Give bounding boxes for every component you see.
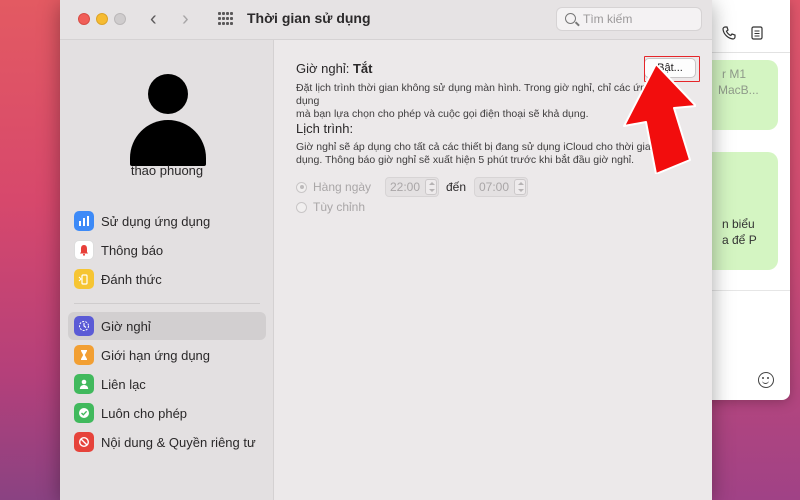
window-title: Thời gian sử dụng xyxy=(247,10,371,26)
sidebar-item-app-usage[interactable]: Sử dụng ứng dụng xyxy=(68,207,266,235)
search-icon xyxy=(565,13,576,24)
search-input[interactable] xyxy=(583,11,693,27)
sidebar: thao phuong Sử dụng ứng dụng Thông báo Đ… xyxy=(60,40,274,500)
sidebar-item-label: Nội dung & Quyền riêng tư xyxy=(101,434,256,450)
sidebar-item-label: Đánh thức xyxy=(101,271,162,287)
end-time-value: 07:00 xyxy=(479,180,510,194)
title-bar: ‹ › Thời gian sử dụng xyxy=(60,0,712,40)
to-label: đến xyxy=(446,180,467,194)
sidebar-item-label: Sử dụng ứng dụng xyxy=(101,213,211,229)
red-arrow-annotation xyxy=(623,64,696,174)
custom-radio[interactable] xyxy=(296,201,307,213)
checkmark-icon xyxy=(74,403,94,423)
username: thao phuong xyxy=(130,163,204,178)
avatar xyxy=(128,74,208,170)
custom-option[interactable]: Tùy chỉnh xyxy=(296,200,365,214)
close-window-button[interactable] xyxy=(78,13,90,25)
back-arrow-icon[interactable]: ‹ xyxy=(150,9,157,29)
every-day-label: Hàng ngày xyxy=(313,180,372,194)
phone-icon[interactable] xyxy=(722,26,736,43)
message-text: n biểu xyxy=(722,217,755,231)
sidebar-item-label: Liên lạc xyxy=(101,376,146,392)
forward-arrow-icon[interactable]: › xyxy=(182,9,189,29)
sidebar-item-label: Luôn cho phép xyxy=(101,405,188,421)
downtime-status: Tắt xyxy=(352,61,373,76)
sidebar-divider xyxy=(74,303,260,304)
hourglass-icon xyxy=(74,345,94,365)
sidebar-item-communication[interactable]: Liên lạc xyxy=(68,370,266,398)
message-text: r M1 xyxy=(722,67,746,81)
sidebar-item-downtime[interactable]: Giờ nghỉ xyxy=(68,312,266,340)
start-time-stepper[interactable] xyxy=(425,179,437,195)
bell-icon xyxy=(74,240,94,260)
show-all-grid-icon[interactable] xyxy=(218,12,234,26)
every-day-radio[interactable] xyxy=(296,181,307,193)
sidebar-item-notifications[interactable]: Thông báo xyxy=(68,236,266,264)
bar-chart-icon xyxy=(74,211,94,231)
screen-time-window: ‹ › Thời gian sử dụng thao phuong Sử dụn… xyxy=(60,0,712,500)
sidebar-item-app-limits[interactable]: Giới hạn ứng dụng xyxy=(68,341,266,369)
downtime-icon xyxy=(74,316,94,336)
sidebar-item-content-privacy[interactable]: Nội dung & Quyền riêng tư xyxy=(68,428,266,456)
end-time-field[interactable]: 07:00 xyxy=(474,177,528,197)
every-day-option[interactable]: Hàng ngày xyxy=(296,180,371,194)
schedule-heading: Lịch trình: xyxy=(296,121,354,136)
search-field[interactable] xyxy=(556,7,702,31)
start-time-value: 22:00 xyxy=(390,180,421,194)
downtime-heading: Giờ nghỉ: Tắt xyxy=(296,61,372,76)
phone-pickup-icon xyxy=(74,269,94,289)
emoji-icon[interactable] xyxy=(758,372,774,388)
end-time-stepper[interactable] xyxy=(514,179,526,195)
zoom-window-button[interactable] xyxy=(114,13,126,25)
sidebar-item-pickups[interactable]: Đánh thức xyxy=(68,265,266,293)
sidebar-item-always-allowed[interactable]: Luôn cho phép xyxy=(68,399,266,427)
sidebar-item-label: Giới hạn ứng dụng xyxy=(101,347,211,363)
sidebar-item-label: Giờ nghỉ xyxy=(101,318,151,334)
person-icon xyxy=(74,374,94,394)
restriction-icon xyxy=(74,432,94,452)
message-text: MacB... xyxy=(718,83,759,97)
sidebar-item-label: Thông báo xyxy=(101,242,164,258)
message-text: a để P xyxy=(722,233,757,247)
custom-label: Tùy chỉnh xyxy=(313,200,366,214)
start-time-field[interactable]: 22:00 xyxy=(385,177,439,197)
minimize-window-button[interactable] xyxy=(96,13,108,25)
downtime-label: Giờ nghỉ: xyxy=(296,61,350,76)
info-panel-icon[interactable] xyxy=(750,26,764,43)
